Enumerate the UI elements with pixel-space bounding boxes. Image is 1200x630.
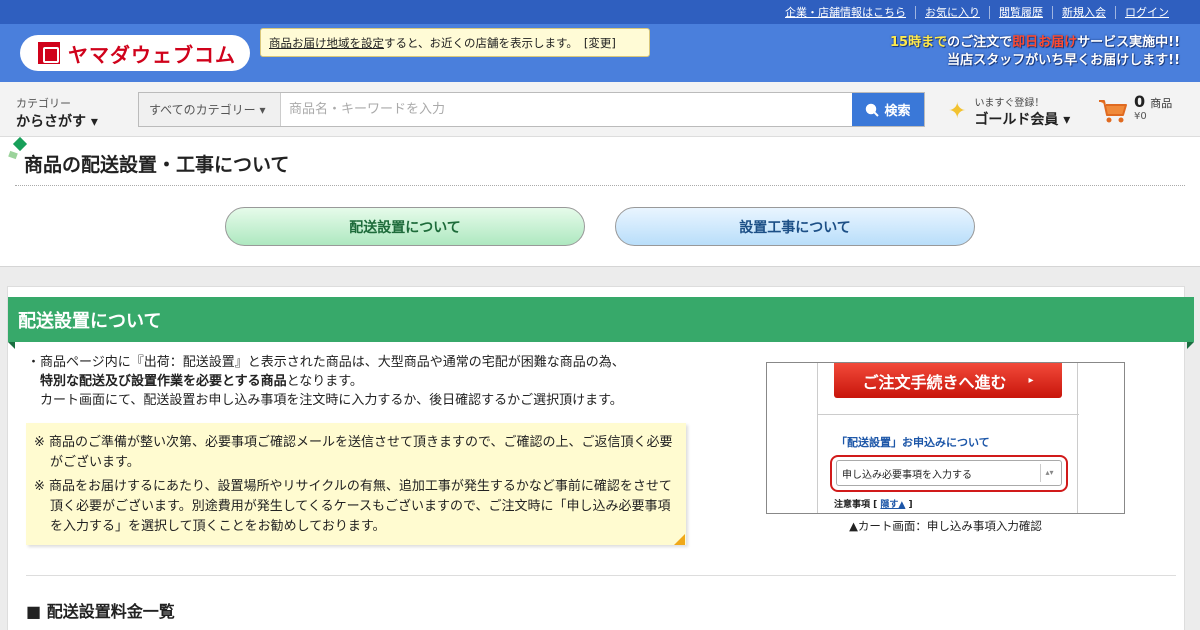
member-big-label: ゴールド会員 ▾ bbox=[974, 112, 1071, 128]
title-leaf-icon bbox=[8, 150, 18, 160]
screenshot-panel: ご注文手続きへ進む ▸ 「配送設置」お申込みについて 申し込み必要事項を入力する… bbox=[817, 363, 1079, 513]
section-heading: 配送設置について bbox=[8, 297, 1194, 342]
change-area-button[interactable]: [変更] bbox=[584, 35, 616, 51]
intro-line1: 商品ページ内に『出荷：配送設置』と表示された商品は、大型商品や通常の宅配が困難な… bbox=[40, 355, 625, 370]
search-input[interactable] bbox=[281, 93, 852, 126]
member-small-label: いますぐ登録！ bbox=[974, 98, 1045, 109]
screenshot-divider bbox=[818, 414, 1079, 415]
fee-list-heading: ■ 配送設置料金一覧 bbox=[26, 602, 175, 621]
search-button-label: 検索 bbox=[884, 104, 911, 119]
notice-corner-fold bbox=[674, 534, 685, 545]
screenshot-caption: ▲カート画面：申し込み事項入力確認 bbox=[849, 519, 1042, 533]
intro-line2-rest: となります。 bbox=[286, 374, 363, 389]
cart-amount: ¥0 bbox=[1134, 111, 1147, 122]
logo-text: ヤマダウェブコム bbox=[68, 42, 236, 67]
screenshot-checkout-button: ご注文手続きへ進む ▸ bbox=[834, 363, 1062, 398]
tab-delivery-setup[interactable]: 配送設置について bbox=[225, 207, 585, 246]
delivery-area-text: すると、お近くの店舗を表示します。 bbox=[384, 35, 578, 50]
screenshot-note-suffix: ] bbox=[908, 500, 913, 510]
favorites-link[interactable]: お気に入り bbox=[915, 5, 989, 19]
search-icon bbox=[866, 103, 880, 117]
promo-line2: 当店スタッフがいち早くお届けします!! bbox=[947, 53, 1180, 68]
screenshot-checkout-label: ご注文手続きへ進む bbox=[862, 372, 1007, 392]
select-spinner-icon: ▴▾ bbox=[1040, 464, 1058, 482]
notice-item-2: ※ 商品をお届けするにあたり、設置場所やリサイクルの有無、追加工事が発生するかな… bbox=[34, 479, 672, 534]
screenshot-note-prefix: 注意事項 [ bbox=[834, 500, 878, 510]
promo-end: サービス実施中!! bbox=[1077, 35, 1180, 50]
cart-icon bbox=[1099, 100, 1127, 123]
page-title: 商品の配送設置・工事について bbox=[24, 154, 290, 176]
title-divider bbox=[15, 185, 1185, 186]
promo-mid: のご注文で bbox=[947, 35, 1013, 50]
section-divider bbox=[26, 575, 1176, 576]
cart-screenshot-image: ご注文手続きへ進む ▸ 「配送設置」お申込みについて 申し込み必要事項を入力する… bbox=[766, 362, 1125, 514]
ribbon-fold-left bbox=[8, 342, 15, 349]
sparkle-icon: ✦ bbox=[948, 99, 967, 124]
bullet-mark: ・ bbox=[27, 355, 41, 370]
same-day-promo: 15時までのご注文で即日お届けサービス実施中!! 当店スタッフがいち早くお届けし… bbox=[890, 34, 1180, 70]
screenshot-select: 申し込み必要事項を入力する ▴▾ bbox=[836, 460, 1062, 486]
tab-installation-work[interactable]: 設置工事について bbox=[615, 207, 975, 246]
gold-member-menu[interactable]: ✦ いますぐ登録！ ゴールド会員 ▾ bbox=[948, 94, 1070, 129]
promo-time: 15時まで bbox=[890, 35, 948, 50]
notice-item-1: ※ 商品のご準備が整い次第、必要事項ご確認メールを送信させて頂きますので、ご確認… bbox=[34, 435, 673, 470]
delivery-area-notice: 商品お届け地域を設定 すると、お近くの店舗を表示します。 [変更] bbox=[260, 28, 650, 57]
category-menu[interactable]: カテゴリー からさがす ▾ bbox=[16, 95, 98, 131]
intro-bold-text: 特別な配送及び設置作業を必要とする商品 bbox=[40, 374, 287, 389]
site-logo[interactable]: ヤマダウェブコム bbox=[20, 35, 250, 71]
title-area: 商品の配送設置・工事について 配送設置について 設置工事について bbox=[0, 136, 1200, 267]
cart-button[interactable]: 0 商品 ¥0 bbox=[1098, 92, 1172, 124]
cart-count: 0 bbox=[1134, 92, 1146, 111]
yamada-logo-icon bbox=[38, 42, 60, 64]
site-header: ヤマダウェブコム 商品お届け地域を設定 すると、お近くの店舗を表示します。 [変… bbox=[0, 24, 1200, 82]
history-link[interactable]: 閲覧履歴 bbox=[989, 5, 1052, 19]
screenshot-note-link: 隠す▲ bbox=[880, 500, 906, 510]
delivery-area-link[interactable]: 商品お届け地域を設定 bbox=[269, 35, 384, 51]
login-link[interactable]: ログイン bbox=[1115, 5, 1178, 19]
intro-paragraph: ・ 商品ページ内に『出荷：配送設置』と表示された商品は、大型商品や通常の宅配が困… bbox=[27, 353, 687, 410]
signup-link[interactable]: 新規入会 bbox=[1052, 5, 1115, 19]
top-links-bar: 企業・店舗情報はこちら お気に入り 閲覧履歴 新規入会 ログイン bbox=[0, 0, 1200, 24]
category-big-label: からさがす ▾ bbox=[16, 114, 98, 130]
promo-highlight: 即日お届け bbox=[1012, 35, 1078, 50]
search-category-select[interactable]: すべてのカテゴリー ▾ bbox=[139, 93, 281, 126]
screenshot-arrow-icon: ▸ bbox=[1028, 375, 1034, 386]
search-button[interactable]: 検索 bbox=[852, 93, 924, 126]
screenshot-label: 「配送設置」お申込みについて bbox=[836, 436, 990, 449]
screenshot-note: 注意事項 [ 隠す▲ ] bbox=[834, 497, 913, 510]
search-bar: カテゴリー からさがす ▾ すべてのカテゴリー ▾ 検索 ✦ いますぐ登録！ ゴ… bbox=[0, 82, 1200, 137]
title-diamond-icon bbox=[12, 136, 28, 152]
intro-line3: カート画面にて、配送設置お申し込み事項を注文時に入力するか、後日確認するかご選択… bbox=[40, 393, 623, 408]
screenshot-select-value: 申し込み必要事項を入力する bbox=[842, 469, 972, 481]
content-card: 配送設置について ・ 商品ページ内に『出荷：配送設置』と表示された商品は、大型商… bbox=[7, 286, 1194, 630]
ribbon-fold-right bbox=[1187, 342, 1194, 349]
notice-box: ※ 商品のご準備が整い次第、必要事項ご確認メールを送信させて頂きますので、ご確認… bbox=[26, 423, 686, 545]
search-box: すべてのカテゴリー ▾ 検索 bbox=[138, 92, 925, 127]
corporate-info-link[interactable]: 企業・店舗情報はこちら bbox=[776, 6, 915, 19]
cart-unit: 商品 bbox=[1150, 97, 1173, 110]
category-small-label: カテゴリー bbox=[16, 97, 71, 110]
